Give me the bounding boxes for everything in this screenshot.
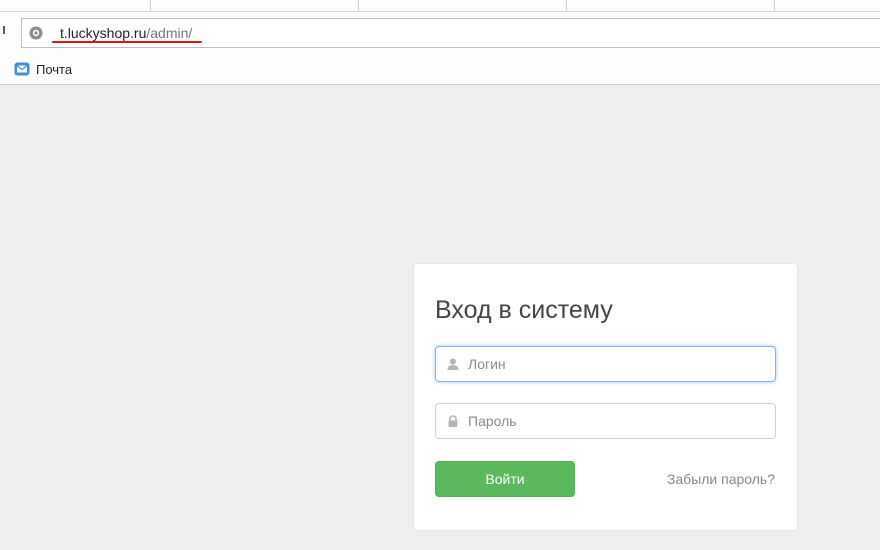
url-text[interactable]: t.luckyshop.ru/admin/ [60,25,192,41]
forgot-password-link[interactable]: Забыли пароль? [667,471,775,487]
lock-icon [448,415,458,427]
address-bar[interactable]: t.luckyshop.ru/admin/ [21,18,880,48]
tab-separator [566,0,567,12]
mail-icon [14,62,30,76]
login-title: Вход в систему [435,296,613,324]
tab-separator [774,0,775,12]
browser-toolbar: t.luckyshop.ru/admin/ Почта [0,12,880,85]
toolbar-edge-mark [3,26,5,34]
bookmark-label: Почта [36,61,73,77]
password-input[interactable] [468,404,768,438]
url-path: /admin/ [146,25,193,41]
login-card: Вход в систему Войти Забыли пароль? [414,264,797,530]
site-info-icon[interactable] [29,26,43,40]
url-host: t.luckyshop.ru [60,25,147,41]
url-underline-annotation [52,41,202,43]
login-button[interactable]: Войти [435,461,575,497]
tab-strip [0,0,880,12]
bookmark-mail[interactable]: Почта [14,61,72,77]
user-icon [447,358,459,370]
username-field[interactable] [435,346,776,382]
username-input[interactable] [468,347,768,381]
tab-separator [150,0,151,12]
tab-separator [358,0,359,12]
password-field[interactable] [435,403,776,439]
